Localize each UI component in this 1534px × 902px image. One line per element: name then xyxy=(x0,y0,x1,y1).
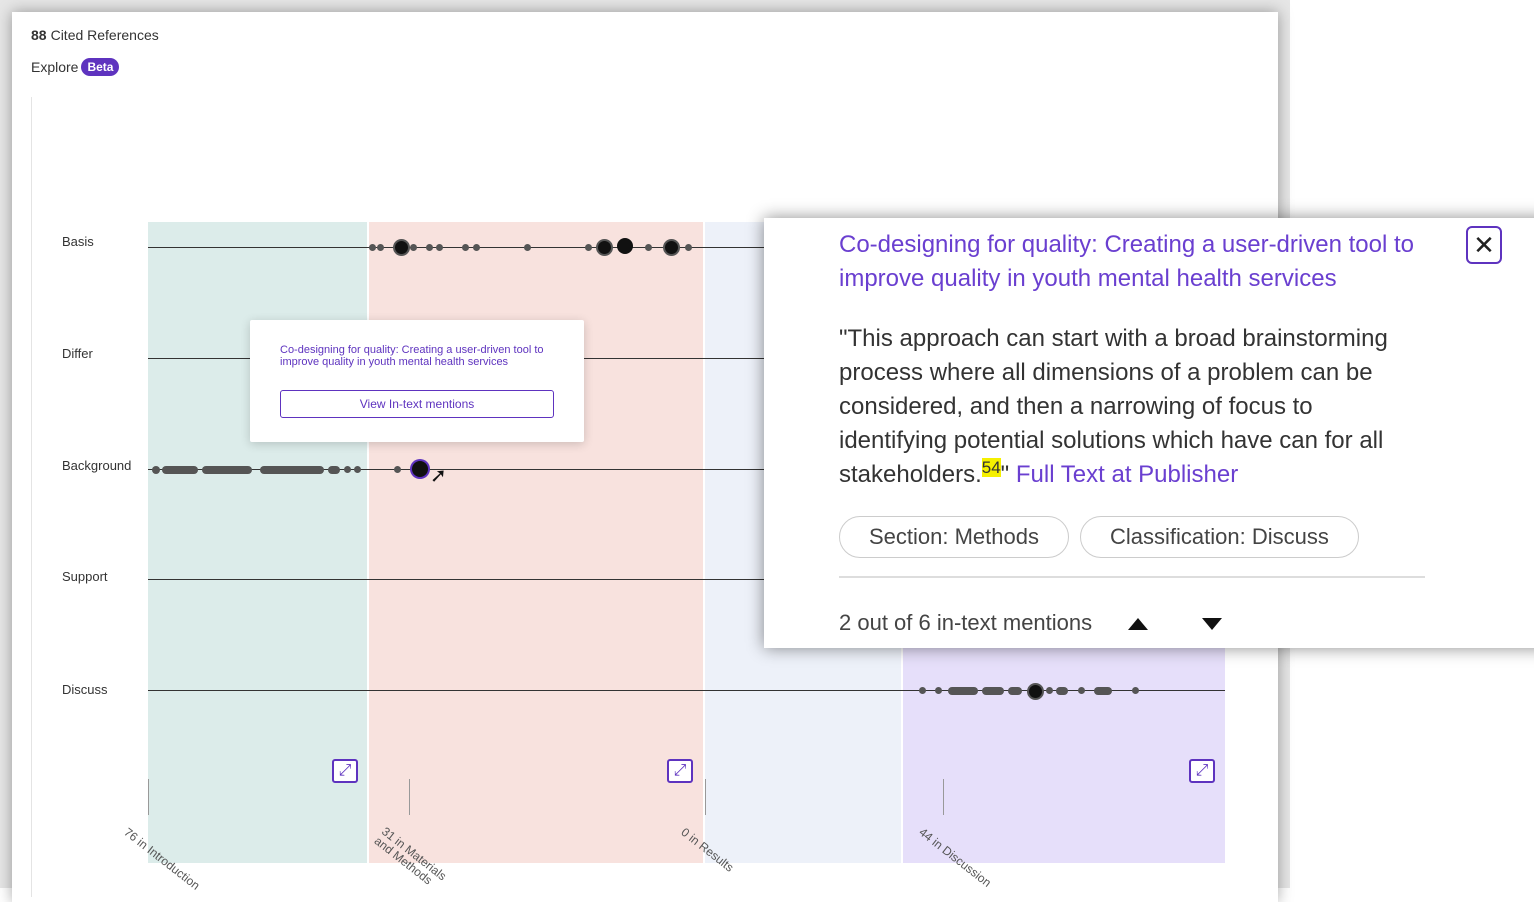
close-button[interactable]: ✕ xyxy=(1466,226,1502,264)
citation-dot[interactable] xyxy=(436,244,443,251)
beta-badge: Beta xyxy=(81,58,120,76)
mouse-cursor-icon: ➚ xyxy=(430,465,447,487)
citation-dot-cluster[interactable] xyxy=(1008,687,1022,695)
expand-introduction-button[interactable]: ⤢ xyxy=(332,759,358,783)
citation-dot-cluster[interactable] xyxy=(202,466,252,474)
quote-end: " xyxy=(1000,461,1010,488)
citation-dot[interactable] xyxy=(410,244,417,251)
citation-dot[interactable] xyxy=(473,244,480,251)
citation-dot-cluster[interactable] xyxy=(1056,687,1068,695)
expand-icon: ⤢ xyxy=(338,762,352,779)
section-chip: Section: Methods xyxy=(839,516,1069,558)
citation-dot[interactable] xyxy=(1046,687,1053,694)
view-in-text-mentions-button[interactable]: View In-text mentions xyxy=(280,390,554,418)
citation-dot[interactable] xyxy=(663,239,680,256)
axis-tick xyxy=(148,779,149,815)
citation-dot[interactable] xyxy=(152,466,160,474)
axis-tick xyxy=(705,779,706,815)
expand-discussion-button[interactable]: ⤢ xyxy=(1189,759,1215,783)
expand-methods-button[interactable]: ⤢ xyxy=(667,759,693,783)
tooltip-title[interactable]: Co-designing for quality: Creating a use… xyxy=(280,344,560,368)
popup-divider xyxy=(839,576,1425,578)
popup-title-link[interactable]: Co-designing for quality: Creating a use… xyxy=(839,228,1439,296)
citation-dot[interactable] xyxy=(596,239,613,256)
citation-dot-cluster[interactable] xyxy=(982,687,1004,695)
citation-dot[interactable] xyxy=(617,238,633,254)
row-label-support: Support xyxy=(62,569,108,584)
row-label-discuss: Discuss xyxy=(62,682,108,697)
next-mention-caret-down-icon[interactable] xyxy=(1202,618,1222,630)
citation-dot[interactable] xyxy=(1027,683,1044,700)
axis-tick xyxy=(409,779,410,815)
citation-dot-cluster[interactable] xyxy=(1094,687,1112,695)
reference-number: 54 xyxy=(981,458,1001,477)
band-materials-methods xyxy=(369,222,703,863)
citation-dot-selected[interactable] xyxy=(412,461,428,477)
previous-mention-caret-up-icon[interactable] xyxy=(1128,618,1148,630)
citation-dot[interactable] xyxy=(394,466,401,473)
citation-dot-cluster[interactable] xyxy=(260,466,324,474)
citation-dot[interactable] xyxy=(369,244,376,251)
citation-dot-cluster[interactable] xyxy=(162,466,198,474)
row-label-background: Background xyxy=(62,458,132,473)
citation-dot[interactable] xyxy=(524,244,531,251)
close-icon: ✕ xyxy=(1473,230,1495,260)
explore-heading: Explore Beta xyxy=(31,58,120,76)
citation-dot[interactable] xyxy=(462,244,469,251)
citation-dot[interactable] xyxy=(919,687,926,694)
citation-dot[interactable] xyxy=(344,466,351,473)
citation-dot-cluster[interactable] xyxy=(948,687,978,695)
axis-tick xyxy=(943,779,944,815)
citation-dot[interactable] xyxy=(426,244,433,251)
full-text-link[interactable]: Full Text at Publisher xyxy=(1016,461,1238,488)
citation-dot[interactable] xyxy=(935,687,942,694)
citation-dot[interactable] xyxy=(1078,687,1085,694)
citation-dot[interactable] xyxy=(1132,687,1139,694)
cited-count-number: 88 xyxy=(31,27,47,43)
row-label-differ: Differ xyxy=(62,346,93,361)
citation-tooltip: Co-designing for quality: Creating a use… xyxy=(250,320,584,442)
cited-count-label: Cited References xyxy=(50,27,159,43)
expand-icon: ⤢ xyxy=(1195,762,1209,779)
citation-dot[interactable] xyxy=(393,239,410,256)
mention-quote: "This approach can start with a broad br… xyxy=(839,322,1419,492)
citation-dot[interactable] xyxy=(685,244,692,251)
row-label-basis: Basis xyxy=(62,234,94,249)
explore-label: Explore xyxy=(31,59,79,75)
citation-dot[interactable] xyxy=(377,244,384,251)
citation-dot[interactable] xyxy=(585,244,592,251)
cited-count: 88 Cited References xyxy=(31,27,159,43)
citation-dot-cluster[interactable] xyxy=(328,466,340,474)
citation-dot[interactable] xyxy=(645,244,652,251)
mention-count: 2 out of 6 in-text mentions xyxy=(839,610,1093,635)
classification-chip: Classification: Discuss xyxy=(1080,516,1359,558)
in-text-mention-popup: Co-designing for quality: Creating a use… xyxy=(764,218,1534,648)
citation-dot[interactable] xyxy=(354,466,361,473)
expand-icon: ⤢ xyxy=(673,762,687,779)
